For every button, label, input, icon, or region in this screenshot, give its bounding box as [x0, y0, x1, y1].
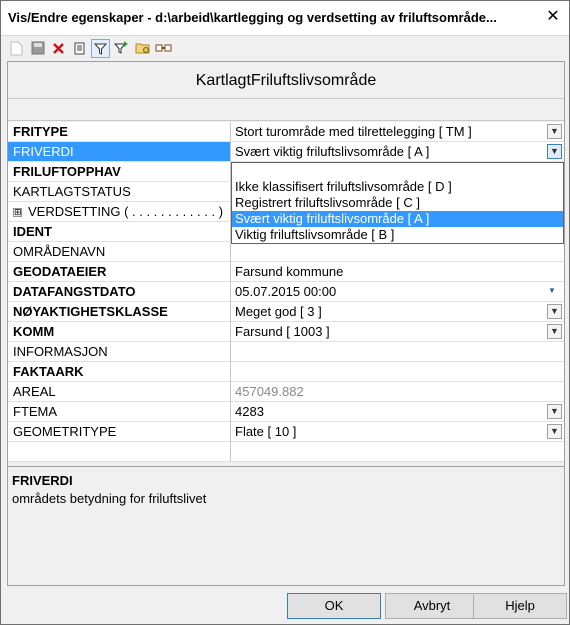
property-name: DATAFANGSTDATO — [8, 282, 231, 302]
property-row[interactable]: INFORMASJON — [8, 342, 564, 362]
property-value[interactable]: 05.07.2015 00:00 ▼ — [231, 282, 564, 302]
feature-type-header: KartlagtFriluftslivsområde — [8, 62, 564, 99]
property-row[interactable]: AREAL 457049.882 — [8, 382, 564, 402]
property-name: KARTLAGTSTATUS — [8, 182, 231, 202]
property-name — [8, 442, 231, 462]
property-value-text: 05.07.2015 00:00 — [235, 284, 337, 299]
chevron-down-icon[interactable]: ▼ — [547, 144, 562, 159]
friverdi-dropdown-list[interactable]: Ikke klassifisert friluftslivsområde [ D… — [231, 162, 564, 244]
property-value-text: Stort turområde med tilrettelegging [ TM… — [235, 124, 472, 139]
property-value-text: Meget god [ 3 ] — [235, 304, 322, 319]
property-row-selected[interactable]: FRIVERDI Svært viktig friluftslivsområde… — [8, 142, 564, 162]
chevron-down-icon[interactable]: ▼ — [547, 304, 562, 319]
help-button[interactable]: Hjelp — [473, 593, 567, 619]
property-value-text: 4283 — [235, 404, 264, 419]
property-name: GEODATAEIER — [8, 262, 231, 282]
title-bar: Vis/Endre egenskaper - d:\arbeid\kartleg… — [1, 1, 569, 36]
property-value-readonly: 457049.882 — [231, 382, 564, 402]
property-row[interactable]: GEODATAEIER Farsund kommune — [8, 262, 564, 282]
chevron-down-icon[interactable]: ▼ — [547, 124, 562, 139]
property-name: FRIVERDI — [8, 142, 231, 162]
property-value[interactable]: Farsund kommune — [231, 262, 564, 282]
property-name: OMRÅDENAVN — [8, 242, 231, 262]
property-row[interactable]: OMRÅDENAVN — [8, 242, 564, 262]
property-name: FTEMA — [8, 402, 231, 422]
ok-button[interactable]: OK — [287, 593, 381, 619]
property-value[interactable] — [231, 242, 564, 262]
property-value[interactable]: Svært viktig friluftslivsområde [ A ] ▼ — [231, 142, 564, 162]
delete-icon[interactable] — [49, 39, 68, 58]
property-name: FAKTAARK — [8, 362, 231, 382]
save-icon[interactable] — [28, 39, 47, 58]
property-name: GEOMETRITYPE — [8, 422, 231, 442]
property-row[interactable]: FRITYPE Stort turområde med tilrettelegg… — [8, 122, 564, 142]
property-name: AREAL — [8, 382, 231, 402]
property-row[interactable]: GEOMETRITYPE Flate [ 10 ] ▼ — [8, 422, 564, 442]
properties-icon[interactable] — [70, 39, 89, 58]
dropdown-option-empty[interactable] — [232, 163, 563, 179]
property-value-text: Svært viktig friluftslivsområde [ A ] — [235, 144, 430, 159]
property-name: IDENT — [8, 222, 231, 242]
header-spacer — [8, 100, 564, 121]
property-row[interactable]: KOMM Farsund [ 1003 ] ▼ — [8, 322, 564, 342]
description-title: FRIVERDI — [12, 473, 73, 488]
chevron-down-icon[interactable]: ▼ — [547, 404, 562, 419]
property-value[interactable] — [231, 342, 564, 362]
filter-icon[interactable] — [91, 38, 110, 58]
property-value[interactable] — [231, 362, 564, 382]
property-value-text: Farsund [ 1003 ] — [235, 324, 330, 339]
property-value[interactable]: Flate [ 10 ] ▼ — [231, 422, 564, 442]
new-document-icon[interactable] — [7, 39, 26, 58]
property-row[interactable]: NØYAKTIGHETSKLASSE Meget god [ 3 ] ▼ — [8, 302, 564, 322]
property-value[interactable]: Farsund [ 1003 ] ▼ — [231, 322, 564, 342]
toolbar — [7, 37, 565, 59]
group-label: VERDSETTING ( . . . . . . . . . . . . ) — [28, 204, 224, 219]
cancel-button[interactable]: Avbryt — [385, 593, 479, 619]
property-value[interactable]: Stort turområde med tilrettelegging [ TM… — [231, 122, 564, 142]
property-row-empty[interactable] — [8, 442, 564, 462]
property-row[interactable]: FAKTAARK — [8, 362, 564, 382]
window-title: Vis/Endre egenskaper - d:\arbeid\kartleg… — [8, 10, 497, 25]
property-name: INFORMASJON — [8, 342, 231, 362]
dropdown-option[interactable]: Registrert friluftslivsområde [ C ] — [232, 195, 563, 211]
expand-icon[interactable]: ⊞ — [13, 208, 22, 218]
chevron-down-icon[interactable]: ▼ — [547, 324, 562, 339]
property-name: NØYAKTIGHETSKLASSE — [8, 302, 231, 322]
property-name: FRILUFTOPPHAV — [8, 162, 231, 182]
property-name: ⊞ VERDSETTING ( . . . . . . . . . . . . ) — [8, 202, 231, 222]
property-value[interactable]: Meget god [ 3 ] ▼ — [231, 302, 564, 322]
calendar-dropdown-icon[interactable]: ▼ — [548, 286, 558, 296]
close-icon[interactable]: ✕ — [543, 7, 563, 27]
property-panel: KartlagtFriluftslivsområde FRITYPE Stort… — [7, 61, 565, 586]
property-name: FRITYPE — [8, 122, 231, 142]
folder-settings-icon[interactable] — [133, 39, 152, 58]
filter-add-icon[interactable] — [112, 39, 131, 58]
dropdown-option[interactable]: Ikke klassifisert friluftslivsområde [ D… — [232, 179, 563, 195]
property-value[interactable] — [231, 442, 564, 462]
property-name: KOMM — [8, 322, 231, 342]
description-pane: FRIVERDI områdets betydning for frilufts… — [8, 466, 564, 585]
property-row[interactable]: FTEMA 4283 ▼ — [8, 402, 564, 422]
description-text: områdets betydning for friluftslivet — [12, 491, 207, 506]
property-row[interactable]: DATAFANGSTDATO 05.07.2015 00:00 ▼ — [8, 282, 564, 302]
property-value[interactable]: 4283 ▼ — [231, 402, 564, 422]
dropdown-option-highlighted[interactable]: Svært viktig friluftslivsområde [ A ] — [232, 211, 563, 227]
link-icon[interactable] — [154, 39, 173, 58]
chevron-down-icon[interactable]: ▼ — [547, 424, 562, 439]
property-value-text: Flate [ 10 ] — [235, 424, 297, 439]
properties-dialog: Vis/Endre egenskaper - d:\arbeid\kartleg… — [0, 0, 570, 625]
dropdown-option[interactable]: Viktig friluftslivsområde [ B ] — [232, 227, 563, 243]
